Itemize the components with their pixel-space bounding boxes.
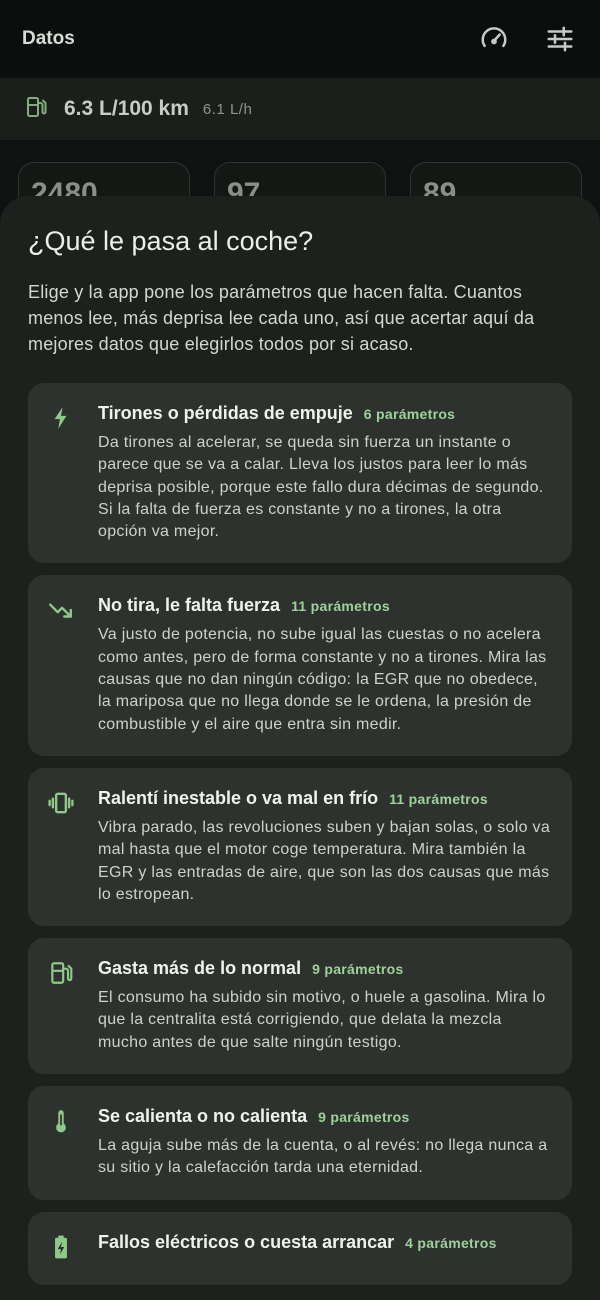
lightning-bolt-icon bbox=[48, 403, 98, 543]
option-title: No tira, le falta fuerza bbox=[98, 595, 281, 616]
sheet-description: Elige y la app pone los parámetros que h… bbox=[28, 282, 535, 354]
option-description: El consumo ha subido sin motivo, o huele… bbox=[98, 989, 546, 1051]
option-count: 9 parámetros bbox=[318, 1109, 410, 1126]
option-title: Ralentí inestable o va mal en frío bbox=[98, 787, 379, 808]
option-card-tirones[interactable]: Tirones o pérdidas de empuje 6 parámetro… bbox=[28, 383, 572, 564]
battery-charging-icon bbox=[48, 1232, 98, 1265]
sheet-title: ¿Qué le pasa al coche? bbox=[28, 226, 314, 256]
page-title: Datos bbox=[22, 28, 75, 49]
option-description: Da tirones al acelerar, se queda sin fue… bbox=[98, 434, 544, 541]
option-card-electricos[interactable]: Fallos eléctricos o cuesta arrancar 4 pa… bbox=[28, 1211, 572, 1285]
option-count: 4 parámetros bbox=[405, 1234, 497, 1251]
tune-sliders-icon bbox=[547, 26, 573, 52]
speedometer-icon bbox=[481, 27, 507, 48]
gauge-button[interactable] bbox=[476, 21, 512, 57]
option-count: 11 parámetros bbox=[291, 598, 390, 615]
trending-down-icon bbox=[48, 595, 98, 735]
diagnosis-bottom-sheet: ¿Qué le pasa al coche? Elige y la app po… bbox=[0, 196, 600, 1300]
option-card-consumo[interactable]: Gasta más de lo normal 9 parámetros El c… bbox=[28, 938, 572, 1075]
option-title: Se calienta o no calienta bbox=[98, 1106, 308, 1127]
option-count: 6 parámetros bbox=[363, 406, 456, 422]
option-card-falta-fuerza[interactable]: No tira, le falta fuerza 11 parámetros V… bbox=[28, 575, 572, 756]
settings-button[interactable] bbox=[542, 21, 578, 57]
fuel-consumption-bar: 6.3 L/100 km 6.1 L/h bbox=[0, 78, 600, 140]
fuel-consumption-value: 6.3 L/100 km bbox=[64, 97, 189, 120]
fuel-pump-icon bbox=[24, 95, 48, 124]
option-description: La aguja sube más de la cuenta, o al rev… bbox=[98, 1137, 548, 1177]
option-description: Vibra parado, las revoluciones suben y b… bbox=[98, 818, 551, 903]
option-card-temperatura[interactable]: Se calienta o no calienta 9 parámetros L… bbox=[28, 1086, 572, 1200]
option-count: 11 parámetros bbox=[389, 790, 488, 807]
fuel-pump-icon bbox=[48, 958, 98, 1054]
option-title: Tirones o pérdidas de empuje bbox=[98, 403, 353, 423]
vibration-icon bbox=[48, 788, 98, 906]
option-count: 9 parámetros bbox=[312, 961, 404, 978]
thermometer-icon bbox=[48, 1106, 98, 1180]
option-description: Va justo de potencia, no sube igual las … bbox=[98, 626, 547, 733]
app-bar: Datos bbox=[0, 0, 600, 78]
option-card-ralenti[interactable]: Ralentí inestable o va mal en frío 11 pa… bbox=[28, 767, 572, 927]
fuel-rate-value: 6.1 L/h bbox=[202, 100, 253, 118]
option-title: Fallos eléctricos o cuesta arrancar bbox=[98, 1231, 395, 1252]
option-title: Gasta más de lo normal bbox=[98, 958, 302, 979]
